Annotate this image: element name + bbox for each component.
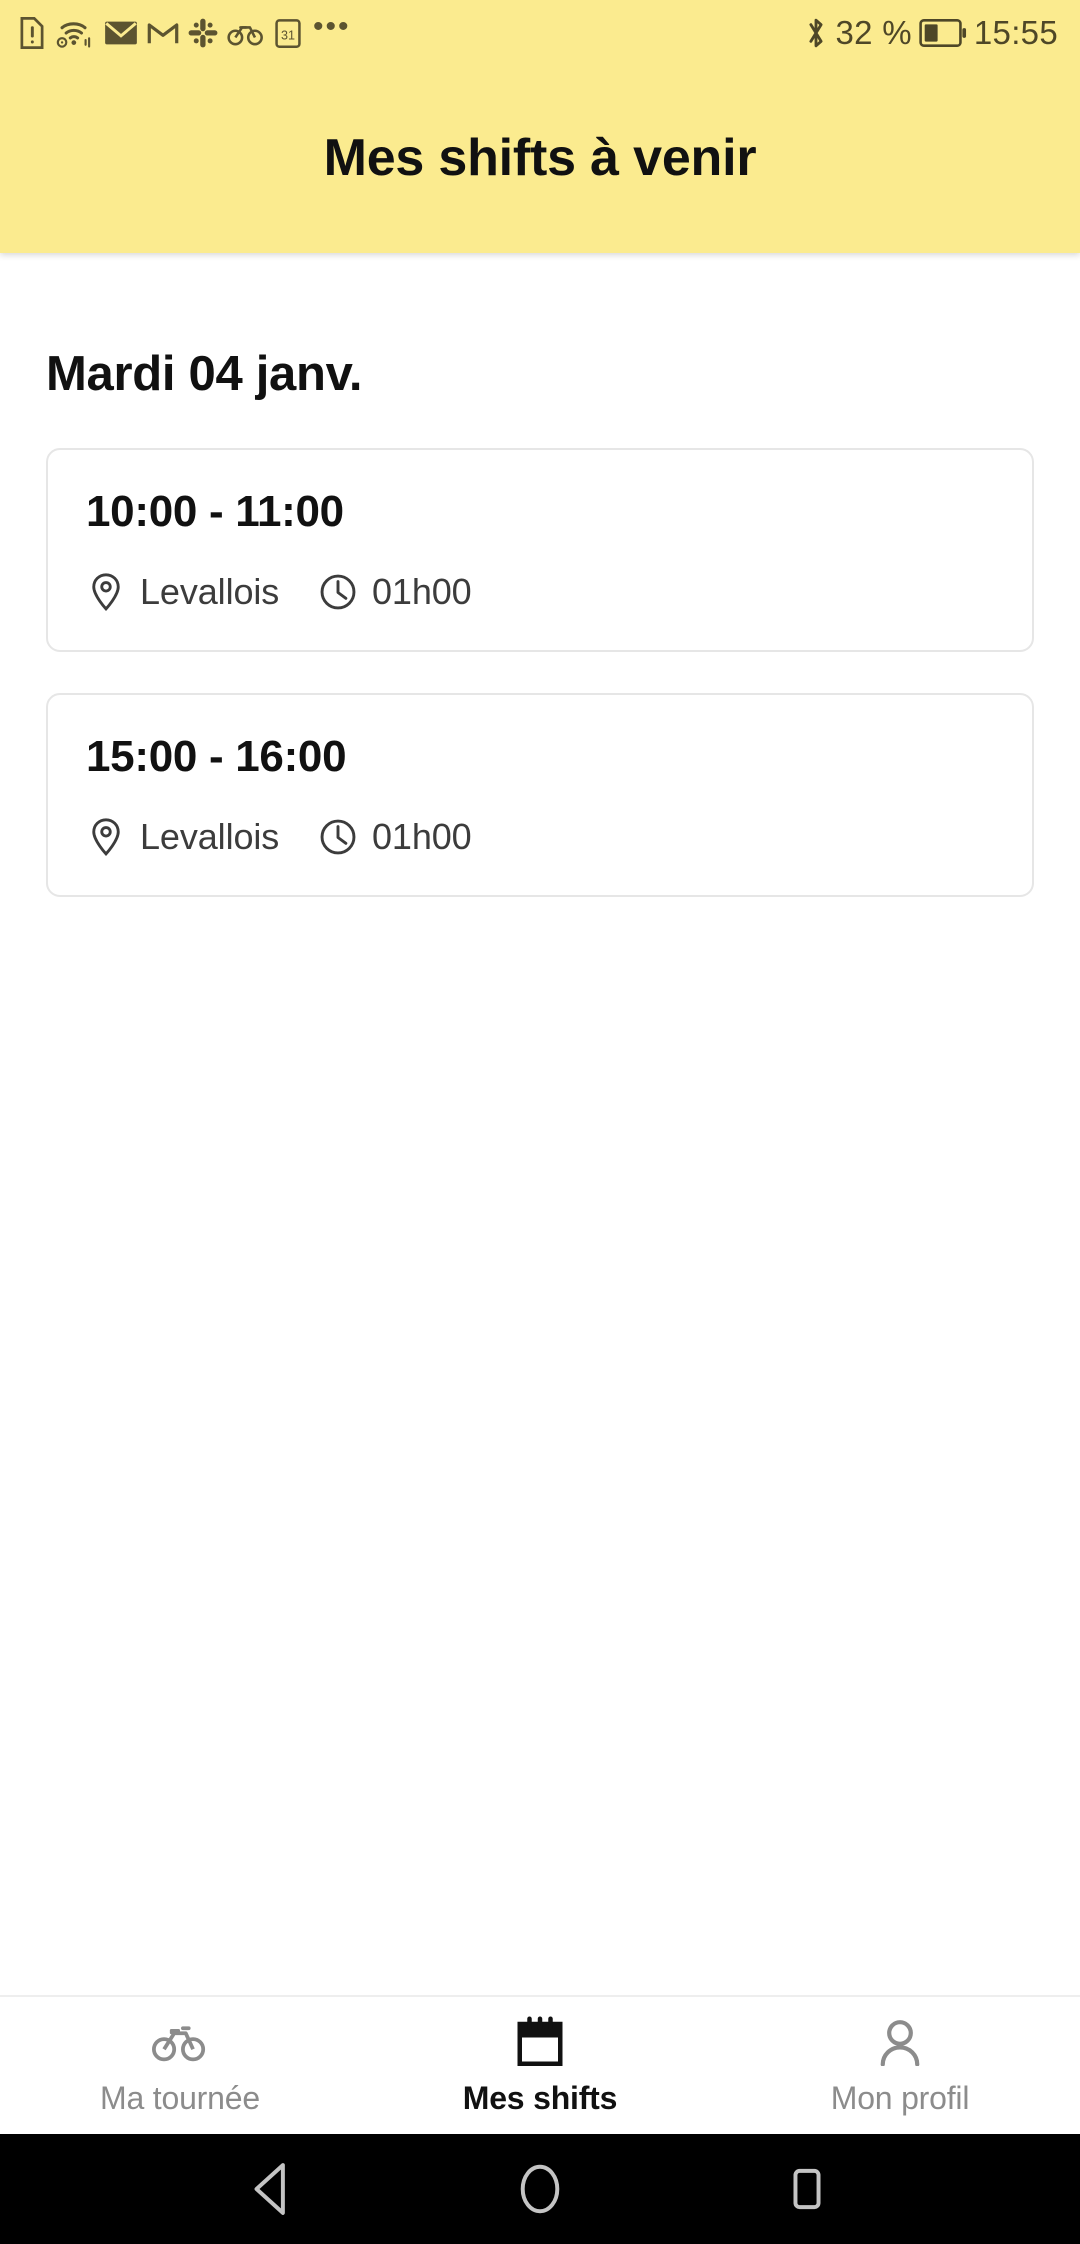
wifi-hotspot-icon xyxy=(55,15,95,51)
gmail-icon xyxy=(147,19,179,47)
bluetooth-icon xyxy=(804,15,828,51)
calendar-icon: 31 xyxy=(274,17,302,49)
bike-icon xyxy=(151,2015,209,2069)
shift-location-label: Levallois xyxy=(140,571,280,612)
shift-duration-label: 01h00 xyxy=(372,571,472,612)
shift-duration-label: 01h00 xyxy=(372,816,472,857)
shift-duration: 01h00 xyxy=(318,817,472,857)
bottom-tab-bar: Ma tournée Mes shifts Mon profil xyxy=(0,1995,1080,2134)
shift-meta-row: Levallois 01h00 xyxy=(86,817,994,857)
status-bar-left-icons: 31 ••• xyxy=(18,12,351,54)
shift-time-range: 15:00 - 16:00 xyxy=(86,732,347,781)
shift-meta-row: Levallois 01h00 xyxy=(86,572,994,612)
shift-location: Levallois xyxy=(86,572,318,612)
mail-icon xyxy=(104,19,138,47)
tab-label: Mon profil xyxy=(830,2079,970,2116)
page-title: Mes shifts à venir xyxy=(323,129,757,187)
shift-location-label: Levallois xyxy=(140,816,280,857)
recents-square-icon[interactable] xyxy=(752,2134,862,2244)
home-circle-icon[interactable] xyxy=(485,2134,595,2244)
tab-mon-profil[interactable]: Mon profil xyxy=(720,2015,1080,2117)
main-content: Mardi 04 janv. 10:00 - 11:00 Levallois 0… xyxy=(0,253,1080,1995)
status-bar-right: 32 % 15:55 xyxy=(804,14,1058,52)
tab-mes-shifts[interactable]: Mes shifts xyxy=(360,2015,720,2117)
tab-label: Ma tournée xyxy=(100,2079,260,2116)
shift-duration: 01h00 xyxy=(318,572,472,612)
status-bar: 31 ••• 32 % 15:55 xyxy=(0,0,1080,66)
shift-time-range: 10:00 - 11:00 xyxy=(86,487,344,536)
phone-screen: 31 ••• 32 % 15:55 Mes shifts à venir Mar… xyxy=(0,0,1080,2244)
status-overflow-dots: ••• xyxy=(313,10,351,43)
android-nav-bar xyxy=(0,2134,1080,2244)
sim-alert-icon xyxy=(18,15,46,51)
clock-label: 15:55 xyxy=(973,14,1058,51)
shift-list: 10:00 - 11:00 Levallois 01h00 15:00 - 16… xyxy=(46,448,1034,897)
calendar-icon xyxy=(516,2015,564,2069)
tab-ma-tournee[interactable]: Ma tournée xyxy=(0,2015,360,2117)
battery-percent-label: 32 % xyxy=(835,14,912,51)
shift-card[interactable]: 10:00 - 11:00 Levallois 01h00 xyxy=(46,448,1034,652)
map-pin-icon xyxy=(86,572,126,612)
app-header: 31 ••• 32 % 15:55 Mes shifts à venir xyxy=(0,0,1080,253)
tab-label: Mes shifts xyxy=(462,2079,618,2116)
map-pin-icon xyxy=(86,817,126,857)
battery-icon xyxy=(919,19,967,47)
svg-text:31: 31 xyxy=(281,28,295,42)
clock-icon xyxy=(318,572,358,612)
bike-icon xyxy=(227,19,265,47)
shift-card[interactable]: 15:00 - 16:00 Levallois 01h00 xyxy=(46,693,1034,897)
shift-location: Levallois xyxy=(86,817,318,857)
back-triangle-icon[interactable] xyxy=(218,2134,328,2244)
day-heading: Mardi 04 janv. xyxy=(46,347,363,401)
slack-icon xyxy=(188,18,218,48)
person-icon xyxy=(877,2015,923,2069)
clock-icon xyxy=(318,817,358,857)
